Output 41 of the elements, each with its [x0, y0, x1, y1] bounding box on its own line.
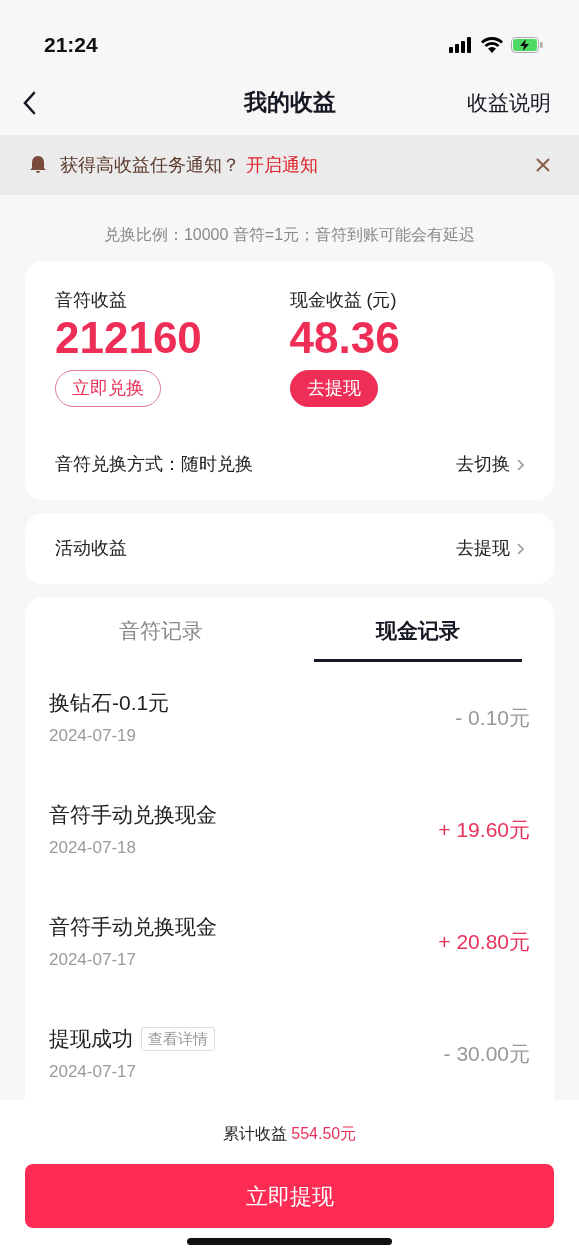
earnings-value: 212160 — [55, 314, 202, 363]
record-title: 换钻石-0.1元 — [49, 690, 170, 717]
chevron-icon — [516, 542, 524, 555]
page-title: 我的收益 — [243, 88, 336, 118]
earnings-info-link[interactable]: 收益说明 — [467, 86, 551, 119]
exchange-ratio-note: 兑换比例：10000 音符=1元；音符到账可能会有延迟 — [102, 225, 477, 245]
record-date: 2024-07-19 — [49, 724, 137, 747]
notice-text: 获得高收益任务通知？ — [60, 153, 240, 177]
chevron-icon — [516, 458, 524, 471]
record-date: 2024-07-17 — [49, 1060, 137, 1083]
earnings-value: 48.36 — [289, 314, 400, 363]
total-earnings-text: 累计收益 554.50元 — [221, 1124, 358, 1144]
record-title: 提现成功 — [49, 1026, 133, 1053]
earnings-label: 现金收益 (元) — [289, 289, 397, 312]
record-title: 音符手动兑换现金 — [49, 914, 217, 941]
record-amount: + 20.80元 — [438, 929, 530, 956]
view-details-button[interactable]: 查看详情 — [141, 1026, 215, 1052]
enable-notice-link[interactable]: 开启通知 — [246, 151, 318, 179]
record-title: 音符手动兑换现金 — [49, 802, 217, 829]
withdraw-now-button[interactable]: 立即提现 — [25, 1164, 554, 1228]
wifi-icon — [481, 37, 503, 53]
record-date: 2024-07-17 — [49, 948, 137, 971]
back-icon[interactable] — [22, 90, 36, 115]
exchange-mode-text: 音符兑换方式：随时兑换 — [55, 453, 253, 477]
record-date: 2024-07-18 — [49, 836, 137, 859]
record-amount: - 30.00元 — [443, 1041, 530, 1068]
switch-link[interactable]: 去切换 — [456, 451, 524, 479]
withdraw-button[interactable]: 去提现 — [289, 370, 378, 408]
bell-icon — [28, 155, 48, 175]
record-tab[interactable]: 现金记录 — [313, 601, 522, 662]
close-icon[interactable] — [535, 157, 551, 173]
withdraw-link[interactable]: 去提现 — [456, 535, 524, 563]
activity-label: 活动收益 — [55, 537, 127, 561]
record-amount: - 0.10元 — [455, 705, 530, 732]
status-time: 21:24 — [44, 32, 98, 59]
exchange-button[interactable]: 立即兑换 — [55, 370, 161, 408]
earnings-label: 音符收益 — [55, 289, 127, 312]
record-amount: + 19.60元 — [438, 817, 530, 844]
battery-icon — [511, 37, 543, 53]
signal-icon — [449, 37, 473, 53]
record-tab[interactable]: 音符记录 — [57, 601, 266, 662]
